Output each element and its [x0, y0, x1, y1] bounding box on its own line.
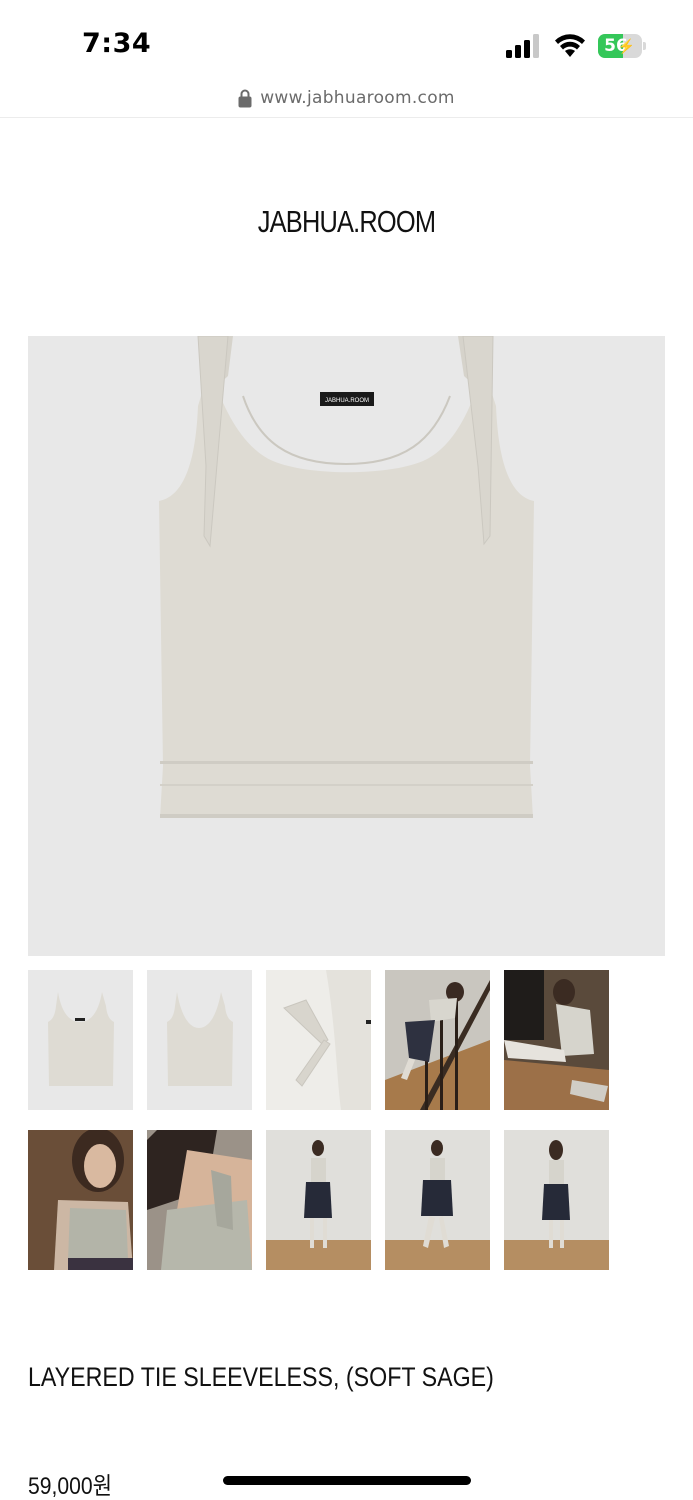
product-name: LAYERED TIE SLEEVELESS, (SOFT SAGE): [28, 1362, 494, 1392]
garment-label: JABHUA.ROOM: [325, 398, 369, 404]
thumbnail-full-back[interactable]: [504, 1130, 609, 1270]
thumbnail-image: [28, 1130, 133, 1270]
thumbnail-seated-model[interactable]: [504, 970, 609, 1110]
url-text[interactable]: www.jabhuaroom.com: [260, 88, 455, 108]
thumbnail-closeup-front[interactable]: [28, 1130, 133, 1270]
status-bar: 7:34 56 ⚡: [0, 0, 693, 80]
thumbnail-back-flat[interactable]: [147, 970, 252, 1110]
thumbnail-image: [167, 992, 233, 1086]
thumbnail-full-side[interactable]: [385, 1130, 490, 1270]
thumbnail-image: [504, 1140, 609, 1270]
cellular-signal-icon: [506, 34, 539, 58]
product-price: 59,000원: [28, 1473, 113, 1500]
thumbnail-image: [283, 970, 371, 1110]
brand-logo[interactable]: JABHUA.ROOM: [62, 204, 630, 240]
tank-top-illustration: JABHUA.ROOM: [159, 336, 534, 818]
status-time: 7:34: [82, 28, 152, 59]
main-product-image[interactable]: JABHUA.ROOM: [28, 336, 665, 956]
thumbnail-image: [48, 992, 114, 1086]
address-bar[interactable]: www.jabhuaroom.com: [0, 78, 693, 118]
thumbnail-closeup-shoulder[interactable]: [147, 1130, 252, 1270]
lock-icon: [238, 89, 252, 107]
thumbnail-image: [147, 1130, 252, 1270]
battery-charging-icon: 56 ⚡: [598, 34, 646, 58]
thumbnail-full-front[interactable]: [266, 1130, 371, 1270]
thumbnail-image: [266, 1140, 371, 1270]
thumbnail-image: [385, 970, 490, 1110]
thumbnail-front-flat[interactable]: [28, 970, 133, 1110]
thumbnail-tie-detail[interactable]: [266, 970, 371, 1110]
home-indicator[interactable]: [223, 1476, 471, 1485]
thumbnail-stairs-model[interactable]: [385, 970, 490, 1110]
wifi-icon: [555, 34, 585, 57]
thumbnail-image: [385, 1140, 490, 1270]
thumbnail-image: [504, 970, 609, 1110]
